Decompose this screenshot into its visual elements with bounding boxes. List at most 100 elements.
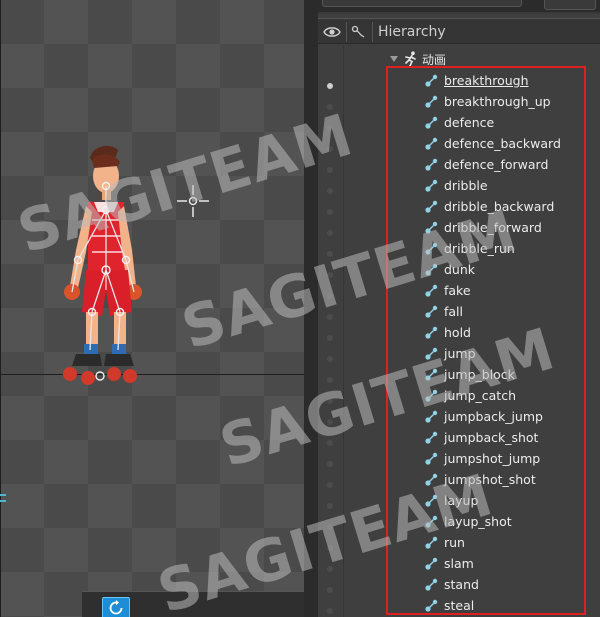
list-item[interactable]: dribble_forward: [424, 217, 594, 238]
tree-root-row[interactable]: 动画: [390, 50, 446, 68]
list-item[interactable]: run: [424, 532, 594, 553]
list-item-label: stand: [444, 577, 479, 592]
list-item[interactable]: defence: [424, 112, 594, 133]
header-divider: [372, 22, 373, 42]
bone-node-icon: [425, 389, 438, 402]
bone-node-icon: [425, 410, 438, 423]
list-item[interactable]: fall: [424, 301, 594, 322]
list-item[interactable]: dribble: [424, 175, 594, 196]
visibility-toggle[interactable]: [327, 482, 333, 488]
list-item[interactable]: dribble_backward: [424, 196, 594, 217]
list-item[interactable]: jump_catch: [424, 385, 594, 406]
visibility-toggle[interactable]: [327, 440, 333, 446]
list-item-label: dribble_backward: [444, 199, 555, 214]
visibility-toggle[interactable]: [327, 587, 333, 593]
list-item[interactable]: jumpback_shot: [424, 427, 594, 448]
bone-node-icon: [425, 137, 438, 150]
list-item[interactable]: dribble_run: [424, 238, 594, 259]
link-icon[interactable]: [350, 23, 368, 41]
list-item[interactable]: layup: [424, 490, 594, 511]
list-item[interactable]: breakthrough: [424, 70, 594, 91]
visibility-toggle[interactable]: [327, 146, 333, 152]
visibility-toggle[interactable]: [327, 566, 333, 572]
list-item-label: run: [444, 535, 465, 550]
bone-node-icon: [425, 536, 438, 549]
list-item[interactable]: dunk: [424, 259, 594, 280]
list-item[interactable]: jump: [424, 343, 594, 364]
list-item-label: defence_forward: [444, 157, 549, 172]
visibility-toggle[interactable]: [327, 83, 333, 89]
visibility-toggle[interactable]: [327, 251, 333, 257]
list-item-label: layup: [444, 493, 479, 508]
visibility-toggle[interactable]: [327, 272, 333, 278]
panel-title: Hierarchy: [378, 24, 446, 40]
bone-node-icon: [425, 74, 438, 87]
bone-node-icon: [425, 557, 438, 570]
list-item[interactable]: slam: [424, 553, 594, 574]
bone-node-icon: [425, 116, 438, 129]
visibility-toggle[interactable]: [327, 230, 333, 236]
visibility-toggle[interactable]: [327, 188, 333, 194]
running-figure-icon: [404, 51, 418, 67]
list-item-label: fake: [444, 283, 471, 298]
visibility-toggle[interactable]: [327, 167, 333, 173]
visibility-toggle[interactable]: [327, 377, 333, 383]
visibility-toggle[interactable]: [327, 398, 333, 404]
list-item[interactable]: stand: [424, 574, 594, 595]
list-item[interactable]: steal: [424, 595, 594, 616]
visibility-toggle[interactable]: [327, 356, 333, 362]
bone-node-icon: [425, 515, 438, 528]
visibility-toggle[interactable]: [327, 104, 333, 110]
list-item-label: hold: [444, 325, 471, 340]
scene-viewport[interactable]: [0, 0, 304, 617]
visibility-toggle[interactable]: [327, 461, 333, 467]
list-item-label: jumpback_shot: [444, 430, 539, 445]
top-search-field[interactable]: [322, 0, 522, 7]
basketball-player-sprite[interactable]: [48, 140, 158, 390]
list-item[interactable]: hold: [424, 322, 594, 343]
hierarchy-header: Hierarchy: [318, 18, 600, 44]
bone-node-icon: [425, 158, 438, 171]
expand-arrow-icon[interactable]: [390, 56, 398, 62]
bone-node-icon: [425, 494, 438, 507]
viewport-edge-handle[interactable]: [0, 494, 6, 506]
list-item[interactable]: jump_block: [424, 364, 594, 385]
list-item-label: dribble: [444, 178, 488, 193]
bone-node-icon: [425, 95, 438, 108]
bone-node-icon: [425, 347, 438, 360]
list-item-label: defence_backward: [444, 136, 561, 151]
visibility-toggle[interactable]: [327, 545, 333, 551]
panel-splitter[interactable]: [304, 0, 318, 617]
visibility-toggle[interactable]: [327, 314, 333, 320]
visibility-toggle[interactable]: [327, 503, 333, 509]
header-divider: [346, 22, 347, 42]
visibility-toggle[interactable]: [327, 335, 333, 341]
list-item[interactable]: fake: [424, 280, 594, 301]
list-item[interactable]: jumpshot_jump: [424, 448, 594, 469]
bone-node-icon: [425, 368, 438, 381]
list-item[interactable]: breakthrough_up: [424, 91, 594, 112]
list-item-label: fall: [444, 304, 464, 319]
list-item-label: dribble_forward: [444, 220, 542, 235]
list-item[interactable]: layup_shot: [424, 511, 594, 532]
visibility-toggle[interactable]: [327, 125, 333, 131]
visibility-toggle[interactable]: [327, 608, 333, 614]
bone-node-icon: [425, 452, 438, 465]
visibility-toggle[interactable]: [327, 419, 333, 425]
list-item-label: dribble_run: [444, 241, 515, 256]
bone-node-icon: [425, 578, 438, 591]
list-item[interactable]: defence_forward: [424, 154, 594, 175]
viewport-toolbar: [82, 591, 304, 617]
refresh-button[interactable]: [102, 597, 130, 617]
eye-icon[interactable]: [322, 23, 342, 41]
visibility-toggle[interactable]: [327, 524, 333, 530]
list-item[interactable]: jumpback_jump: [424, 406, 594, 427]
crosshair-icon[interactable]: [175, 183, 211, 219]
list-item[interactable]: jumpshot_shot: [424, 469, 594, 490]
list-item-label: defence: [444, 115, 495, 130]
visibility-toggle[interactable]: [327, 209, 333, 215]
visibility-toggle[interactable]: [327, 293, 333, 299]
top-button[interactable]: [544, 0, 596, 10]
list-item[interactable]: defence_backward: [424, 133, 594, 154]
list-item-label: dunk: [444, 262, 476, 277]
